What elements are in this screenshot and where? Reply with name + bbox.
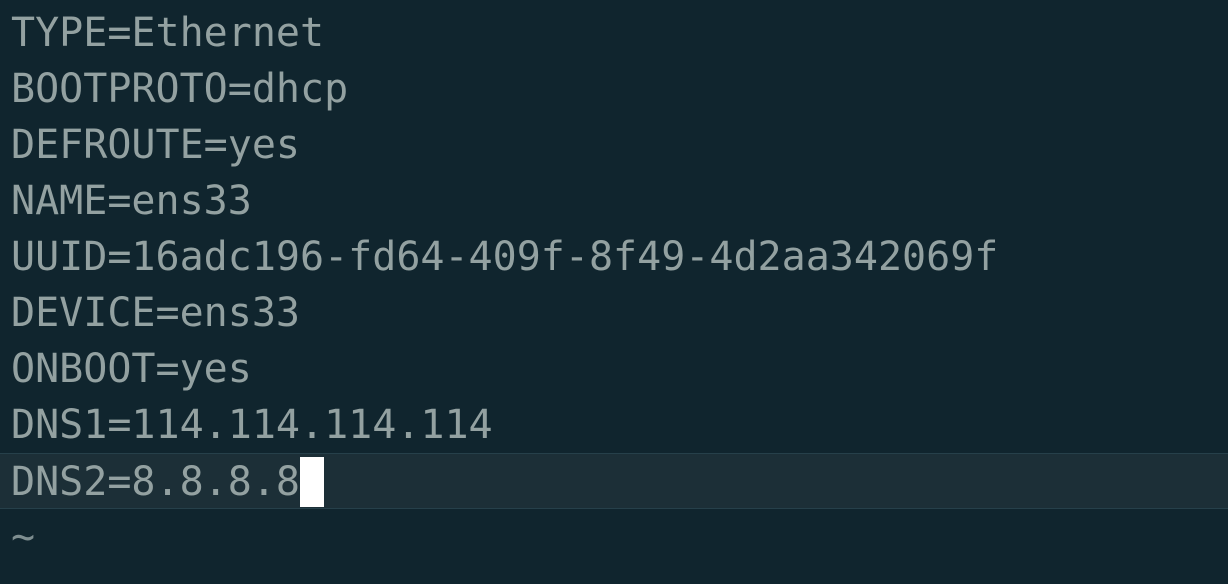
editor-line[interactable]: DEVICE=ens33 (0, 285, 1228, 341)
editor-line[interactable]: BOOTPROTO=dhcp (0, 61, 1228, 117)
editor-line[interactable]: TYPE=Ethernet (0, 5, 1228, 61)
editor-line[interactable]: DNS1=114.114.114.114 (0, 397, 1228, 453)
text-cursor (299, 457, 324, 507)
empty-line-marker: ~ (11, 514, 36, 560)
editor-line[interactable]: UUID=16adc196-fd64-409f-8f49-4d2aa342069… (0, 229, 1228, 285)
editor-line[interactable]: DEFROUTE=yes (0, 117, 1228, 173)
editor-line[interactable]: ONBOOT=yes (0, 341, 1228, 397)
current-line-text: DNS2=8.8.8.8 (11, 459, 300, 505)
text-editor[interactable]: TYPE=Ethernet BOOTPROTO=dhcp DEFROUTE=ye… (0, 0, 1228, 584)
editor-line[interactable]: NAME=ens33 (0, 173, 1228, 229)
current-line[interactable]: DNS2=8.8.8.8 (0, 453, 1228, 509)
